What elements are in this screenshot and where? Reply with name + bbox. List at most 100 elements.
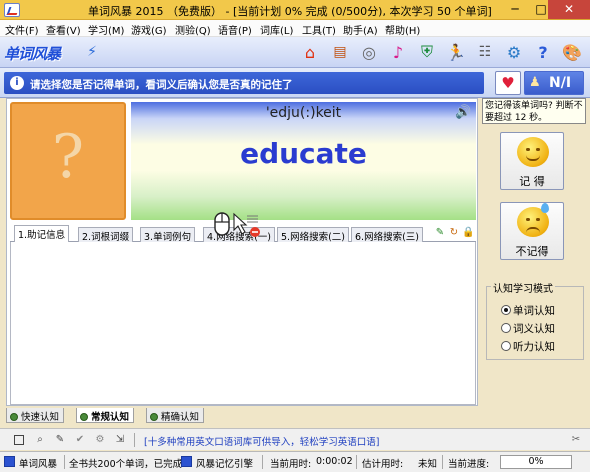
worried-face-icon bbox=[517, 203, 549, 237]
tip-link[interactable]: [十多种常用英文口语词库可供导入，轻松学习英语口语] bbox=[144, 434, 379, 448]
tab-label: 精确认知 bbox=[161, 412, 200, 423]
heart-icon: ♥ bbox=[501, 74, 515, 92]
magnifier-icon[interactable]: ⌕ bbox=[34, 434, 46, 446]
edit-icon[interactable]: ✎ bbox=[54, 434, 66, 446]
palette-icon[interactable]: 🎨 bbox=[560, 40, 584, 64]
list-icon[interactable]: ☷ bbox=[473, 40, 497, 64]
tab-label: 常规认知 bbox=[91, 412, 130, 423]
instruction-bar: i 请选择您是否记得单词，看词义后确认您是否真的记住了 bbox=[4, 72, 484, 94]
elapsed-time-label: 当前用时: bbox=[270, 459, 312, 470]
tab-label: 快速认知 bbox=[21, 412, 60, 423]
progress-bar: 0% bbox=[500, 455, 572, 469]
menu-learn[interactable]: 学习(M) bbox=[88, 22, 124, 37]
instruction-text: 请选择您是否记得单词，看词义后确认您是否真的记住了 bbox=[30, 79, 293, 91]
estimated-time-label: 估计用时: bbox=[362, 459, 404, 470]
divider bbox=[64, 455, 65, 469]
mode-label: 单词认知 bbox=[513, 305, 555, 317]
radio-selected[interactable] bbox=[501, 305, 511, 315]
tab-example[interactable]: 3.单词例句 bbox=[140, 227, 196, 243]
menu-game[interactable]: 游戏(G) bbox=[131, 22, 167, 37]
book-icon[interactable]: ▤ bbox=[328, 40, 352, 64]
remember-button[interactable]: 记 得 bbox=[500, 132, 564, 190]
menu-assistant[interactable]: 助手(A) bbox=[343, 22, 378, 37]
runner-icon[interactable]: 🏃 bbox=[444, 40, 468, 64]
next-word-label: N/I bbox=[549, 75, 572, 91]
check-icon[interactable]: ✔ bbox=[74, 434, 86, 446]
mode-option-meaning[interactable]: 词义认知 bbox=[501, 321, 555, 336]
menu-view[interactable]: 查看(V) bbox=[46, 22, 81, 37]
status-app-name: 单词风暴 bbox=[19, 459, 58, 470]
speaker-icon[interactable]: 🔊 bbox=[455, 105, 471, 120]
divider bbox=[134, 433, 135, 447]
edit-icon[interactable]: ✎ bbox=[434, 227, 446, 239]
recall-question: 您记得该单词吗? 判断不要超过 12 秒。 bbox=[482, 98, 586, 124]
title-bar: 单词风暴 2015 （免费版） - [当前计划 0% 完成 (0/500分), … bbox=[0, 0, 590, 20]
mode-icon bbox=[80, 413, 88, 421]
question-mark: ? bbox=[51, 122, 85, 192]
menu-tools[interactable]: 工具(T) bbox=[302, 22, 336, 37]
toolbar: 单词风暴 ⚡ ⌂ ▤ ◎ ♪ ⛨ 🏃 ☷ ⚙ ? 🎨 bbox=[0, 37, 590, 68]
mode-icon bbox=[10, 413, 18, 421]
divider bbox=[442, 455, 443, 469]
mode-option-word[interactable]: 单词认知 bbox=[501, 303, 555, 318]
app-icon bbox=[4, 3, 20, 17]
tab-precise-recognition[interactable]: 精确认知 bbox=[146, 408, 205, 423]
smile-face-icon bbox=[517, 137, 549, 167]
menu-help[interactable]: 帮助(H) bbox=[385, 22, 420, 37]
phonetic-text: 'edju(:)keit bbox=[265, 105, 342, 121]
menu-file[interactable]: 文件(F) bbox=[5, 22, 39, 37]
lock-icon[interactable]: 🔒 bbox=[462, 227, 474, 239]
tab-web-search-2[interactable]: 5.网络搜索(二) bbox=[277, 227, 349, 243]
not-remember-button[interactable]: 不记得 bbox=[500, 202, 564, 260]
close-button[interactable]: ✕ bbox=[548, 0, 590, 19]
status-bar: 单词风暴 全书共200个单词，已完成 风暴记忆引擎 当前用时: 0:00:02 … bbox=[0, 451, 590, 472]
elapsed-time-value: 0:00:02 bbox=[316, 456, 353, 467]
export-icon[interactable]: ⇲ bbox=[114, 434, 126, 446]
tool-icon[interactable]: ✂ bbox=[570, 434, 582, 446]
progress-label: 当前进度: bbox=[448, 459, 490, 470]
app-logo: 单词风暴 bbox=[4, 45, 61, 63]
word-card-panel: ? 'edju(:)keit 🔊 educate 1.助记信息 2.词根词缀 3… bbox=[6, 98, 478, 406]
help-icon[interactable]: ? bbox=[531, 40, 555, 64]
learning-mode-title: 认知学习模式 bbox=[491, 280, 555, 295]
info-icon: i bbox=[10, 76, 24, 90]
radio-unselected[interactable] bbox=[501, 323, 511, 333]
mouse-pointer-icon bbox=[214, 210, 262, 241]
menu-voice[interactable]: 语音(P) bbox=[218, 22, 252, 37]
settings-icon[interactable]: ⚙ bbox=[94, 434, 106, 446]
music-icon[interactable]: ♪ bbox=[386, 40, 410, 64]
tab-root-affix[interactable]: 2.词根词缀 bbox=[78, 227, 134, 243]
not-remember-label: 不记得 bbox=[515, 245, 549, 258]
next-word-button[interactable]: ♟ N/I bbox=[524, 71, 584, 95]
favorite-heart-button[interactable]: ♥ bbox=[495, 71, 521, 95]
app-status-icon bbox=[4, 456, 15, 467]
menu-wordbank[interactable]: 词库(L) bbox=[260, 22, 293, 37]
shield-icon[interactable]: ⛨ bbox=[415, 40, 439, 64]
tab-quick-recognition[interactable]: 快速认知 bbox=[6, 408, 65, 423]
minimize-button[interactable]: ─ bbox=[502, 0, 528, 19]
mode-option-listening[interactable]: 听力认知 bbox=[501, 339, 555, 354]
side-panel: 您记得该单词吗? 判断不要超过 12 秒。 记 得 不记得 认知学习模式 单词认… bbox=[482, 98, 586, 406]
checkbox-icon[interactable] bbox=[14, 435, 24, 445]
menu-quiz[interactable]: 测验(Q) bbox=[175, 22, 211, 37]
mode-label: 听力认知 bbox=[513, 341, 555, 353]
recognition-mode-tabs: 快速认知 常规认知 精确认知 bbox=[6, 408, 590, 424]
refresh-icon[interactable]: ↻ bbox=[448, 227, 460, 239]
estimated-time-value: 未知 bbox=[418, 459, 438, 470]
remember-label: 记 得 bbox=[519, 175, 545, 188]
home-icon[interactable]: ⌂ bbox=[298, 40, 322, 64]
mode-icon bbox=[150, 413, 158, 421]
status-summary: 全书共200个单词，已完成 bbox=[69, 459, 183, 470]
divider bbox=[262, 455, 263, 469]
tab-mnemonic[interactable]: 1.助记信息 bbox=[14, 225, 70, 242]
menu-bar: 文件(F) 查看(V) 学习(M) 游戏(G) 测验(Q) 语音(P) 词库(L… bbox=[0, 20, 590, 37]
tab-web-search-3[interactable]: 6.网络搜索(三) bbox=[351, 227, 423, 243]
tab-normal-recognition[interactable]: 常规认知 bbox=[76, 408, 135, 423]
status-engine: 风暴记忆引擎 bbox=[196, 459, 254, 470]
radio-unselected[interactable] bbox=[501, 341, 511, 351]
gear-icon[interactable]: ⚙ bbox=[502, 40, 526, 64]
person-icon: ♟ bbox=[529, 75, 541, 90]
learning-mode-group: 认知学习模式 单词认知 词义认知 听力认知 bbox=[486, 280, 584, 360]
cd-icon[interactable]: ◎ bbox=[357, 40, 381, 64]
window-title: 单词风暴 2015 （免费版） - [当前计划 0% 完成 (0/500分), … bbox=[88, 5, 492, 18]
